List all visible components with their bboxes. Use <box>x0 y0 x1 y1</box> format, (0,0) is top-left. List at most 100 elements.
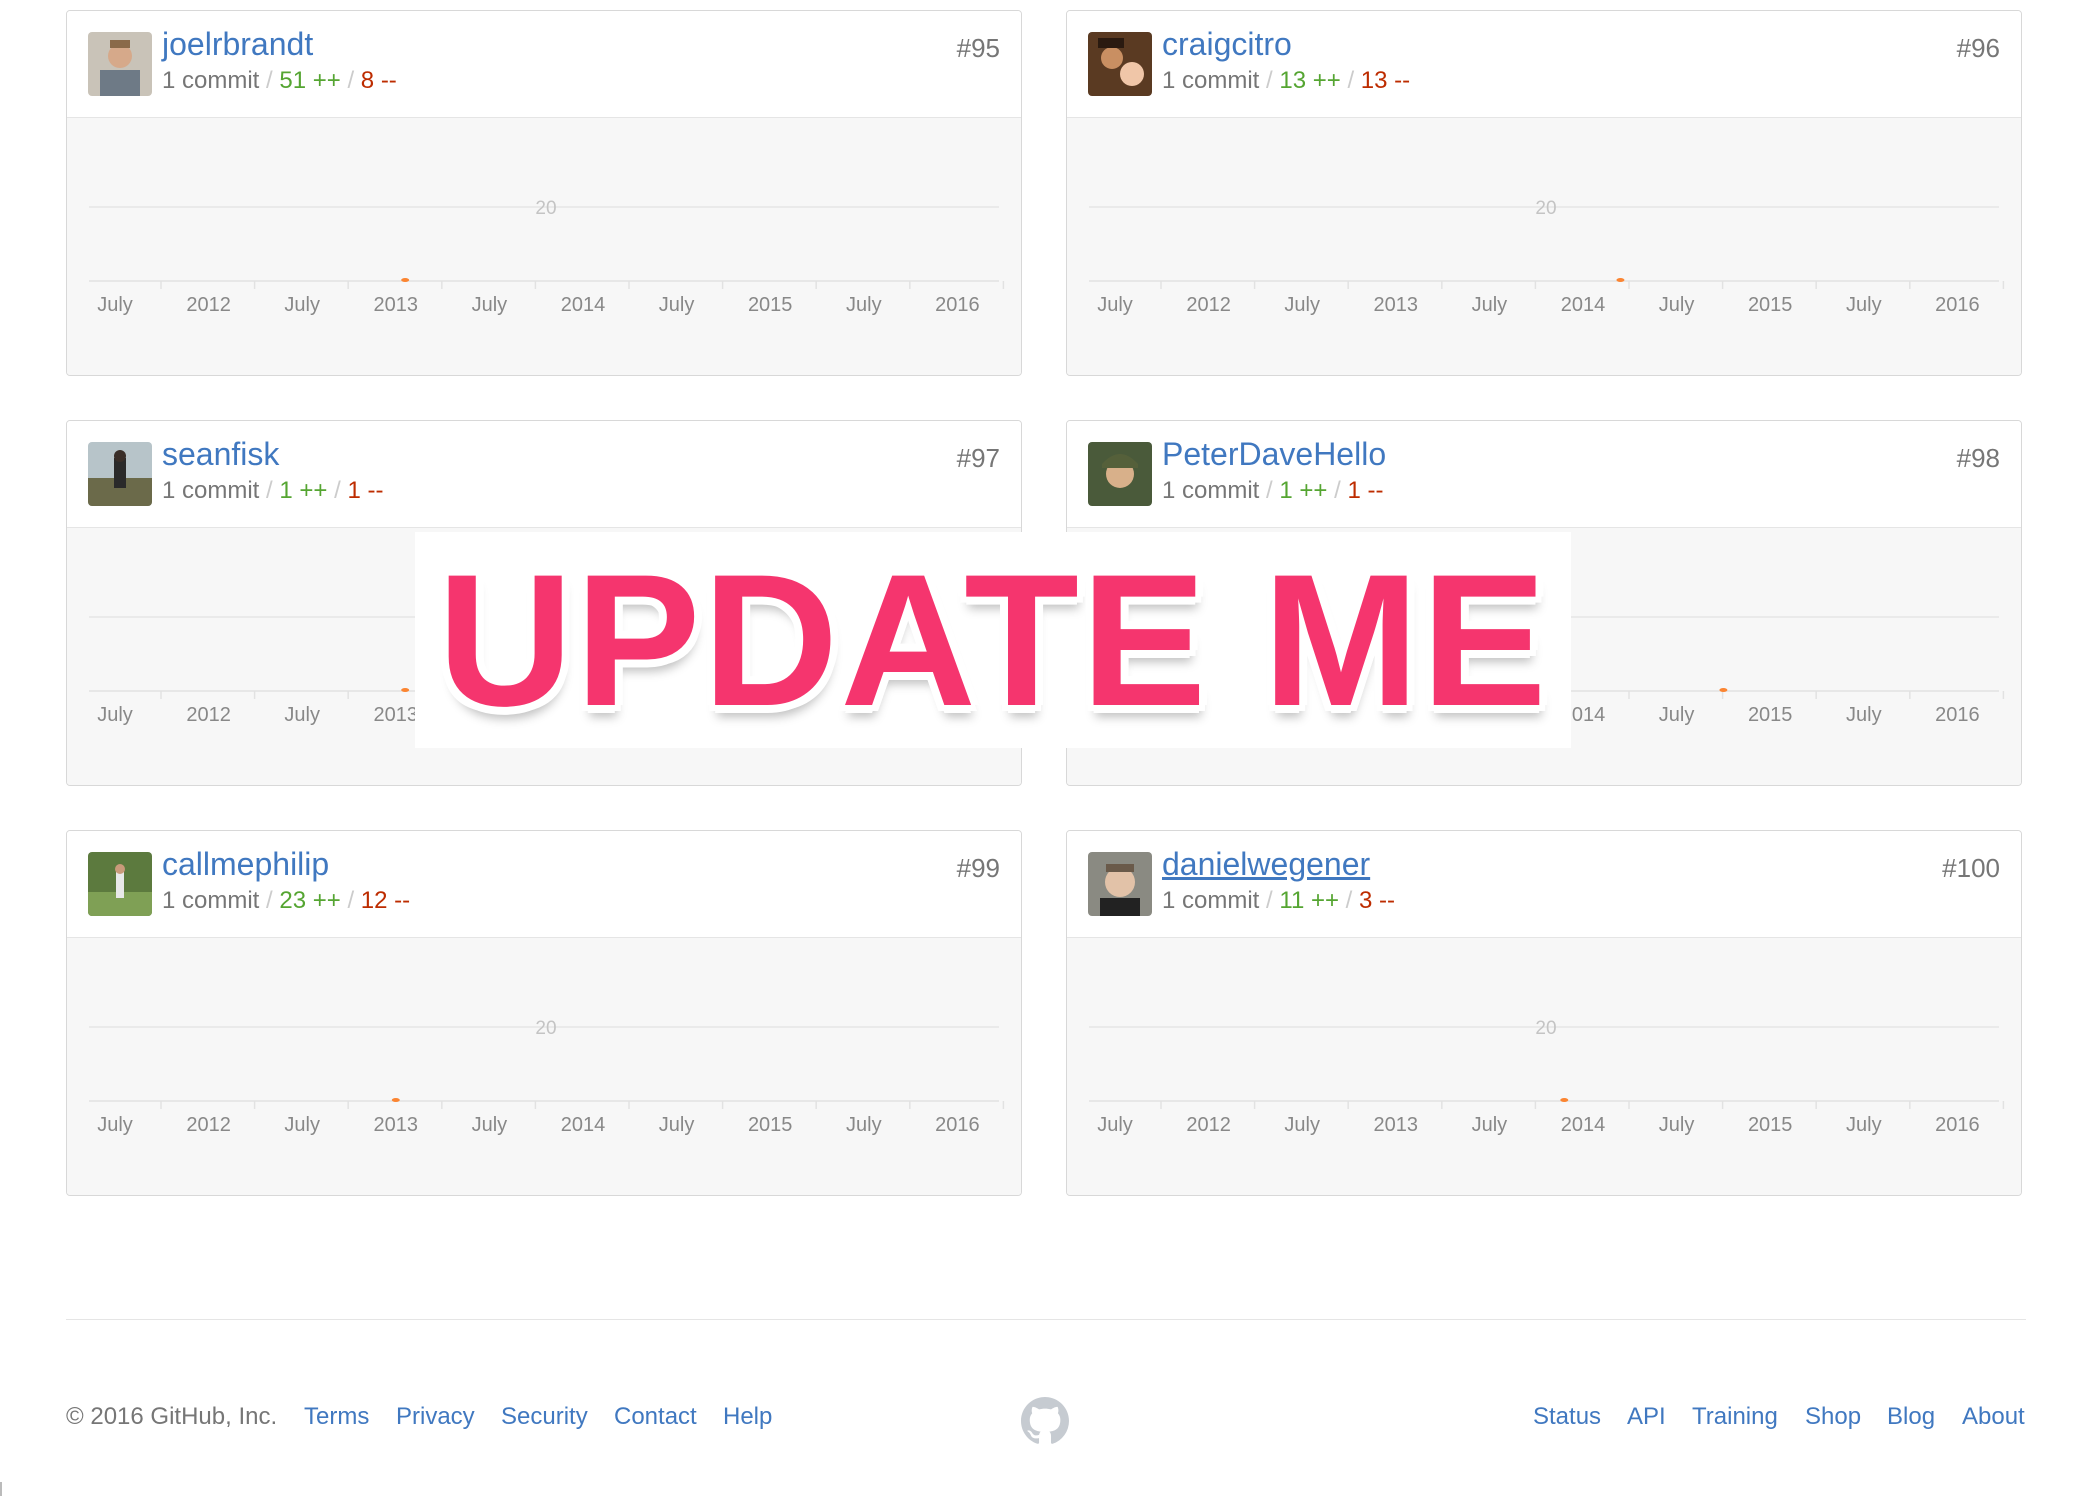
avatar[interactable] <box>88 32 152 96</box>
contribution-chart: 20 July 2012 July 2013 July 2014 July 2015 July 20… <box>67 118 1021 375</box>
username-link[interactable]: danielwegener <box>1162 846 1370 882</box>
footer-link-training[interactable]: Training <box>1692 1403 1778 1431</box>
x-tick-label: July <box>472 1114 508 1136</box>
x-tick-label: 2012 <box>186 704 231 726</box>
contributor-card: joelrbrandt 1 commit / 51 ++ / 8 -- #95 … <box>66 10 1022 376</box>
x-tick-label: July <box>284 1114 320 1136</box>
contribution-point <box>1616 278 1625 282</box>
contribution-chart: 20 July 2012 July 2013 July 2014 July 2015 July 20… <box>67 938 1021 1195</box>
separator: / <box>1334 477 1341 504</box>
username-link[interactable]: craigcitro <box>1162 26 1292 62</box>
footer-link-shop[interactable]: Shop <box>1805 1403 1861 1431</box>
x-tick-label: 2013 <box>374 294 419 316</box>
separator: / <box>347 67 355 94</box>
x-tick-label: July <box>659 1114 695 1136</box>
x-tick-label: July <box>284 704 320 726</box>
avatar[interactable] <box>88 852 152 916</box>
x-tick-label: 2012 <box>1186 294 1231 316</box>
update-me-text: UPDATE ME <box>437 535 1549 745</box>
x-tick-label: 2015 <box>748 1114 793 1136</box>
footer-link-help[interactable]: Help <box>723 1403 772 1431</box>
footer-link-terms[interactable]: Terms <box>304 1403 369 1431</box>
card-header: seanfisk 1 commit / 1 ++ / 1 -- #97 <box>67 421 1021 528</box>
x-tick-label: July <box>1846 294 1882 316</box>
x-tick-label: 2012 <box>186 294 231 316</box>
username-link[interactable]: joelrbrandt <box>162 26 313 62</box>
card-header: joelrbrandt 1 commit / 51 ++ / 8 -- #95 <box>67 11 1021 118</box>
y-tick-label: 20 <box>1535 198 1556 219</box>
y-tick-label: 20 <box>535 198 556 219</box>
x-tick-label: 2015 <box>1748 294 1793 316</box>
contribution-point <box>401 688 410 692</box>
x-tick-label: July <box>97 294 133 316</box>
avatar[interactable] <box>1088 442 1152 506</box>
avatar[interactable] <box>88 442 152 506</box>
rank-number: #97 <box>956 443 1000 473</box>
footer-link-about[interactable]: About <box>1962 1403 2025 1431</box>
commit-count: 1 commit <box>162 477 260 504</box>
contribution-point <box>1719 688 1728 692</box>
github-mark-icon[interactable] <box>1021 1397 1069 1445</box>
username-link[interactable]: seanfisk <box>162 436 279 472</box>
commit-count: 1 commit <box>1162 477 1260 504</box>
contribution-point <box>401 278 410 282</box>
x-tick-label: July <box>1284 1114 1320 1136</box>
card-header: PeterDaveHello 1 commit / 1 ++ / 1 -- #9… <box>1067 421 2021 528</box>
separator: / <box>266 67 273 94</box>
x-tick-label: 2015 <box>1748 1114 1793 1136</box>
avatar[interactable] <box>1088 852 1152 916</box>
commit-count: 1 commit <box>162 67 260 94</box>
chart-svg: 20 July 2012 July 2013 July 2014 July 2015 July 20… <box>1089 1018 2005 1136</box>
x-tick-label: 2016 <box>1935 704 1980 726</box>
footer-link-blog[interactable]: Blog <box>1887 1403 1935 1431</box>
footer-link-status[interactable]: Status <box>1533 1403 1601 1431</box>
rank-number: #99 <box>956 853 1000 883</box>
commit-stats: 1 commit / 23 ++ / 12 -- <box>162 887 410 915</box>
deletions-count: 1 -- <box>347 477 384 504</box>
x-tick-label: 2016 <box>935 1114 980 1136</box>
additions-count: 1 ++ <box>1279 477 1328 504</box>
separator: / <box>1266 477 1273 504</box>
additions-count: 11 ++ <box>1279 887 1339 914</box>
y-tick-label: 20 <box>1535 1018 1556 1039</box>
x-tick-label: 2013 <box>1374 294 1419 316</box>
footer-link-contact[interactable]: Contact <box>614 1403 697 1431</box>
rank-number: #98 <box>1956 443 2000 473</box>
chart-svg: 20 July 2012 July 2013 July 2014 July 2015 July 20… <box>1089 198 2005 316</box>
contributor-card: callmephilip 1 commit / 23 ++ / 12 -- #9… <box>66 830 1022 1196</box>
x-tick-label: July <box>1284 294 1320 316</box>
commit-stats: 1 commit / 13 ++ / 13 -- <box>1162 67 1410 95</box>
card-header: callmephilip 1 commit / 23 ++ / 12 -- #9… <box>67 831 1021 938</box>
username-link[interactable]: PeterDaveHello <box>1162 436 1386 472</box>
x-tick-label: July <box>1472 294 1508 316</box>
commit-count: 1 commit <box>1162 887 1260 914</box>
y-tick-label: 20 <box>535 1018 556 1039</box>
x-tick-label: 2013 <box>374 1114 419 1136</box>
x-tick-label: July <box>1846 1114 1882 1136</box>
card-header: craigcitro 1 commit / 13 ++ / 13 -- #96 <box>1067 11 2021 118</box>
deletions-count: 3 -- <box>1359 887 1396 914</box>
x-tick-label: July <box>1659 704 1695 726</box>
copyright: © 2016 GitHub, Inc. <box>66 1403 278 1430</box>
x-tick-label: 2014 <box>1561 294 1606 316</box>
chart-svg: 20 July 2012 July 2013 July 2014 July 2015 July 20… <box>89 198 1005 316</box>
scroll-edge-marker <box>0 1482 2 1496</box>
username-link[interactable]: callmephilip <box>162 846 329 882</box>
footer-link-privacy[interactable]: Privacy <box>396 1403 475 1431</box>
x-tick-label: July <box>846 294 882 316</box>
contribution-chart: 20 July 2012 July 2013 July 2014 July 2015 July 20… <box>1067 938 2021 1195</box>
x-tick-label: 2015 <box>748 294 793 316</box>
rank-number: #96 <box>1956 33 2000 63</box>
deletions-count: 1 -- <box>1347 477 1384 504</box>
separator: / <box>1347 67 1355 94</box>
x-tick-label: 2014 <box>561 294 606 316</box>
avatar[interactable] <box>1088 32 1152 96</box>
footer-link-api[interactable]: API <box>1627 1403 1666 1431</box>
commit-stats: 1 commit / 1 ++ / 1 -- <box>162 477 383 505</box>
x-tick-label: 2013 <box>1374 1114 1419 1136</box>
additions-count: 23 ++ <box>279 887 341 914</box>
commit-count: 1 commit <box>162 887 260 914</box>
contribution-chart: 20 July 2012 July 2013 July 2014 July 2015 July 20… <box>1067 118 2021 375</box>
commit-stats: 1 commit / 51 ++ / 8 -- <box>162 67 397 95</box>
footer-link-security[interactable]: Security <box>501 1403 588 1431</box>
